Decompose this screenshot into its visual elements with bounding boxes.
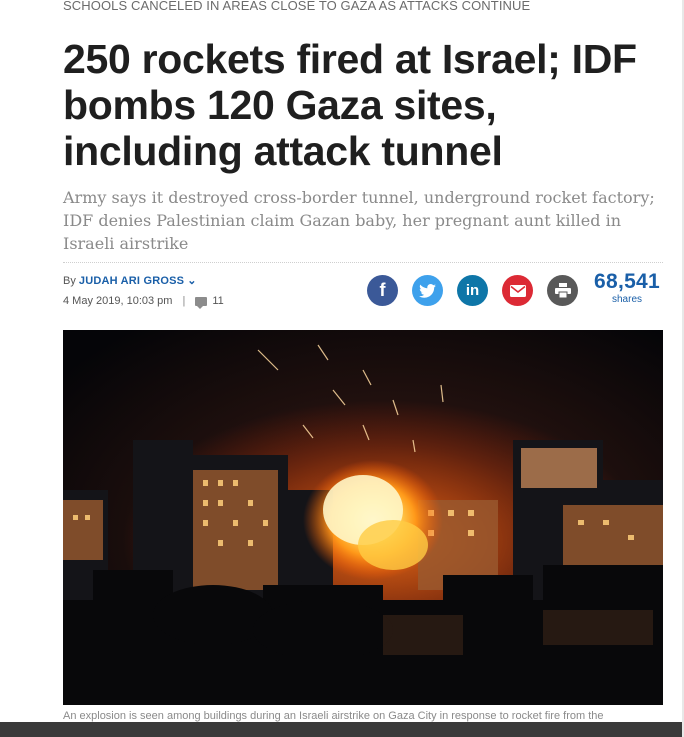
linkedin-share-button[interactable]: in (457, 275, 488, 306)
explosion-photo (63, 330, 663, 705)
article-subheadline: Army says it destroyed cross-border tunn… (63, 188, 655, 253)
facebook-icon: f (379, 280, 386, 300)
author-link[interactable]: JUDAH ARI GROSS (79, 275, 184, 287)
email-icon (509, 284, 526, 297)
twitter-icon (419, 283, 436, 298)
share-count-number: 68,541 (593, 270, 661, 293)
share-count: 68,541 shares (590, 270, 664, 306)
print-icon (554, 283, 571, 298)
publish-date: 4 May 2019, 10:03 pm (63, 295, 173, 307)
bottom-toolbar (0, 722, 684, 737)
article-photo[interactable] (63, 330, 663, 705)
print-button[interactable] (547, 275, 578, 306)
article-meta: 4 May 2019, 10:03 pm | 11 (63, 295, 224, 309)
comment-icon[interactable] (195, 296, 208, 309)
chevron-down-icon[interactable]: ⌄ (187, 274, 196, 287)
article-headline: 250 rockets fired at Israel; IDF bombs 1… (63, 36, 637, 174)
byline-prefix: By (63, 275, 76, 287)
facebook-share-button[interactable]: f (367, 275, 398, 306)
email-share-button[interactable] (502, 275, 533, 306)
comment-count[interactable]: 11 (212, 295, 223, 307)
divider (63, 262, 663, 263)
meta-separator: | (182, 295, 186, 307)
photo-caption: An explosion is seen among buildings dur… (63, 710, 604, 722)
byline: By JUDAH ARI GROSS ⌄ (63, 274, 196, 287)
twitter-share-button[interactable] (412, 275, 443, 306)
article-kicker[interactable]: SCHOOLS CANCELED IN AREAS CLOSE TO GAZA … (63, 0, 530, 13)
linkedin-icon: in (465, 282, 480, 299)
share-count-label: shares (611, 294, 642, 305)
